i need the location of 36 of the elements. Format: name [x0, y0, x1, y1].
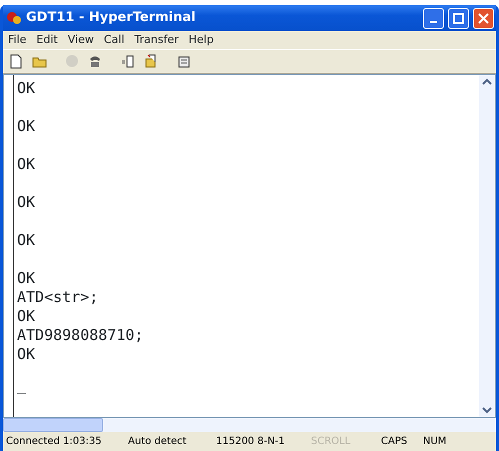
close-icon: [478, 12, 489, 24]
close-button[interactable]: [473, 8, 494, 28]
terminal-line: OK: [17, 193, 36, 211]
app-icon: [6, 11, 22, 25]
menu-item[interactable]: Transfer: [129, 32, 184, 48]
new-document-icon[interactable]: [9, 54, 24, 69]
terminal-line: OK: [17, 269, 36, 287]
status-field: Connected 1:03:35: [3, 434, 125, 449]
window-title: GDT11 - HyperTerminal: [26, 9, 197, 28]
maximize-button[interactable]: [448, 8, 469, 28]
menu-item[interactable]: Call: [98, 32, 130, 48]
terminal-line: OK: [17, 307, 36, 325]
send-file-icon[interactable]: [121, 54, 136, 69]
terminal-line: OK: [17, 79, 36, 97]
status-field: Auto detect: [125, 434, 213, 449]
horizontal-scrollbar[interactable]: [3, 418, 496, 432]
status-field: 115200 8-N-1: [213, 434, 308, 449]
minimize-icon: [430, 21, 437, 23]
menu-item[interactable]: File: [3, 32, 32, 48]
menu-item[interactable]: Help: [184, 32, 219, 48]
telephone-icon[interactable]: [88, 54, 103, 69]
terminal-line: OK: [17, 117, 36, 135]
status-field: CAPS: [378, 434, 420, 449]
terminal-line: OK: [17, 345, 36, 363]
text-cursor: _: [17, 376, 26, 394]
terminal-line: ATD<str>;: [17, 288, 98, 306]
terminal-line: OK: [17, 231, 36, 249]
properties-icon[interactable]: [177, 54, 192, 69]
vertical-scrollbar[interactable]: [479, 75, 495, 417]
terminal-line: ATD9898088710;: [17, 326, 144, 344]
terminal-line: OK: [17, 155, 36, 173]
minimize-button[interactable]: [423, 8, 444, 28]
maximize-icon: [453, 12, 464, 24]
menu-item[interactable]: View: [62, 32, 99, 48]
status-field: NUM: [420, 434, 460, 449]
menu-item[interactable]: Edit: [31, 32, 63, 48]
